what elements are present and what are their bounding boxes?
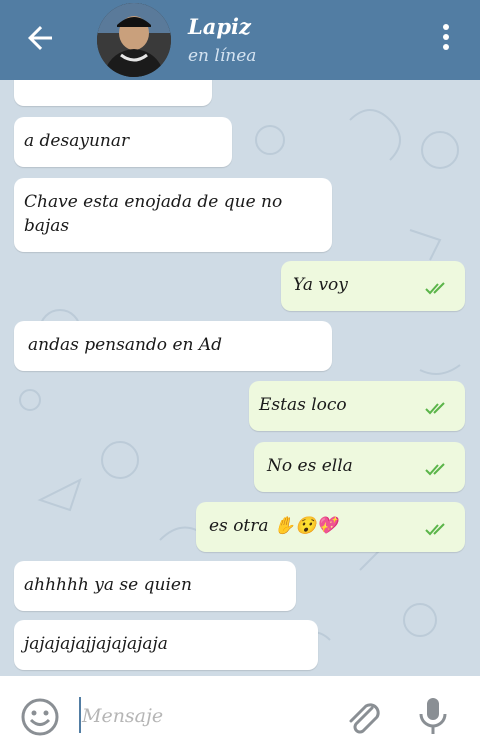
more-vertical-icon[interactable]: [436, 24, 456, 54]
chat-header: Lapiz en línea: [0, 0, 480, 80]
message-text: es otra ✋😯💖: [209, 516, 338, 536]
paperclip-icon[interactable]: [342, 696, 384, 738]
microphone-icon[interactable]: [416, 696, 450, 736]
message-composer: Mensaje: [0, 676, 480, 755]
message-bubble-outgoing[interactable]: Estas loco: [249, 381, 465, 431]
message-bubble-incoming[interactable]: Chave esta enojada de que no bajas: [14, 178, 332, 252]
double-check-icon: [425, 523, 445, 536]
message-text: a desayunar: [24, 131, 130, 151]
message-text: andas pensando en Ad: [28, 335, 223, 355]
contact-status: en línea: [188, 46, 257, 66]
smile-icon[interactable]: [20, 697, 60, 737]
message-list[interactable]: a desayunar Chave esta enojada de que no…: [0, 80, 480, 676]
message-bubble-outgoing[interactable]: No es ella: [254, 442, 465, 492]
double-check-icon: [425, 463, 445, 476]
double-check-icon: [425, 402, 445, 415]
avatar[interactable]: [97, 3, 171, 77]
back-arrow-icon[interactable]: [22, 20, 58, 56]
message-bubble-incoming[interactable]: andas pensando en Ad: [14, 321, 332, 371]
double-check-icon: [425, 282, 445, 295]
message-bubble-incoming[interactable]: a desayunar: [14, 117, 232, 167]
message-text: ahhhhh ya se quien: [24, 575, 192, 595]
message-text: jajajajajjajajajaja: [24, 634, 168, 654]
message-bubble-incoming[interactable]: jajajajajjajajajaja: [14, 620, 318, 670]
message-input[interactable]: Mensaje: [82, 705, 163, 727]
contact-name[interactable]: Lapiz: [188, 14, 251, 39]
message-bubble-incoming-partial: [14, 80, 212, 106]
message-bubble-incoming[interactable]: ahhhhh ya se quien: [14, 561, 296, 611]
message-bubble-outgoing[interactable]: Ya voy: [281, 261, 465, 311]
text-cursor: [79, 697, 81, 733]
message-text: Chave esta enojada de que no bajas: [24, 192, 283, 236]
message-bubble-outgoing[interactable]: es otra ✋😯💖: [196, 502, 465, 552]
